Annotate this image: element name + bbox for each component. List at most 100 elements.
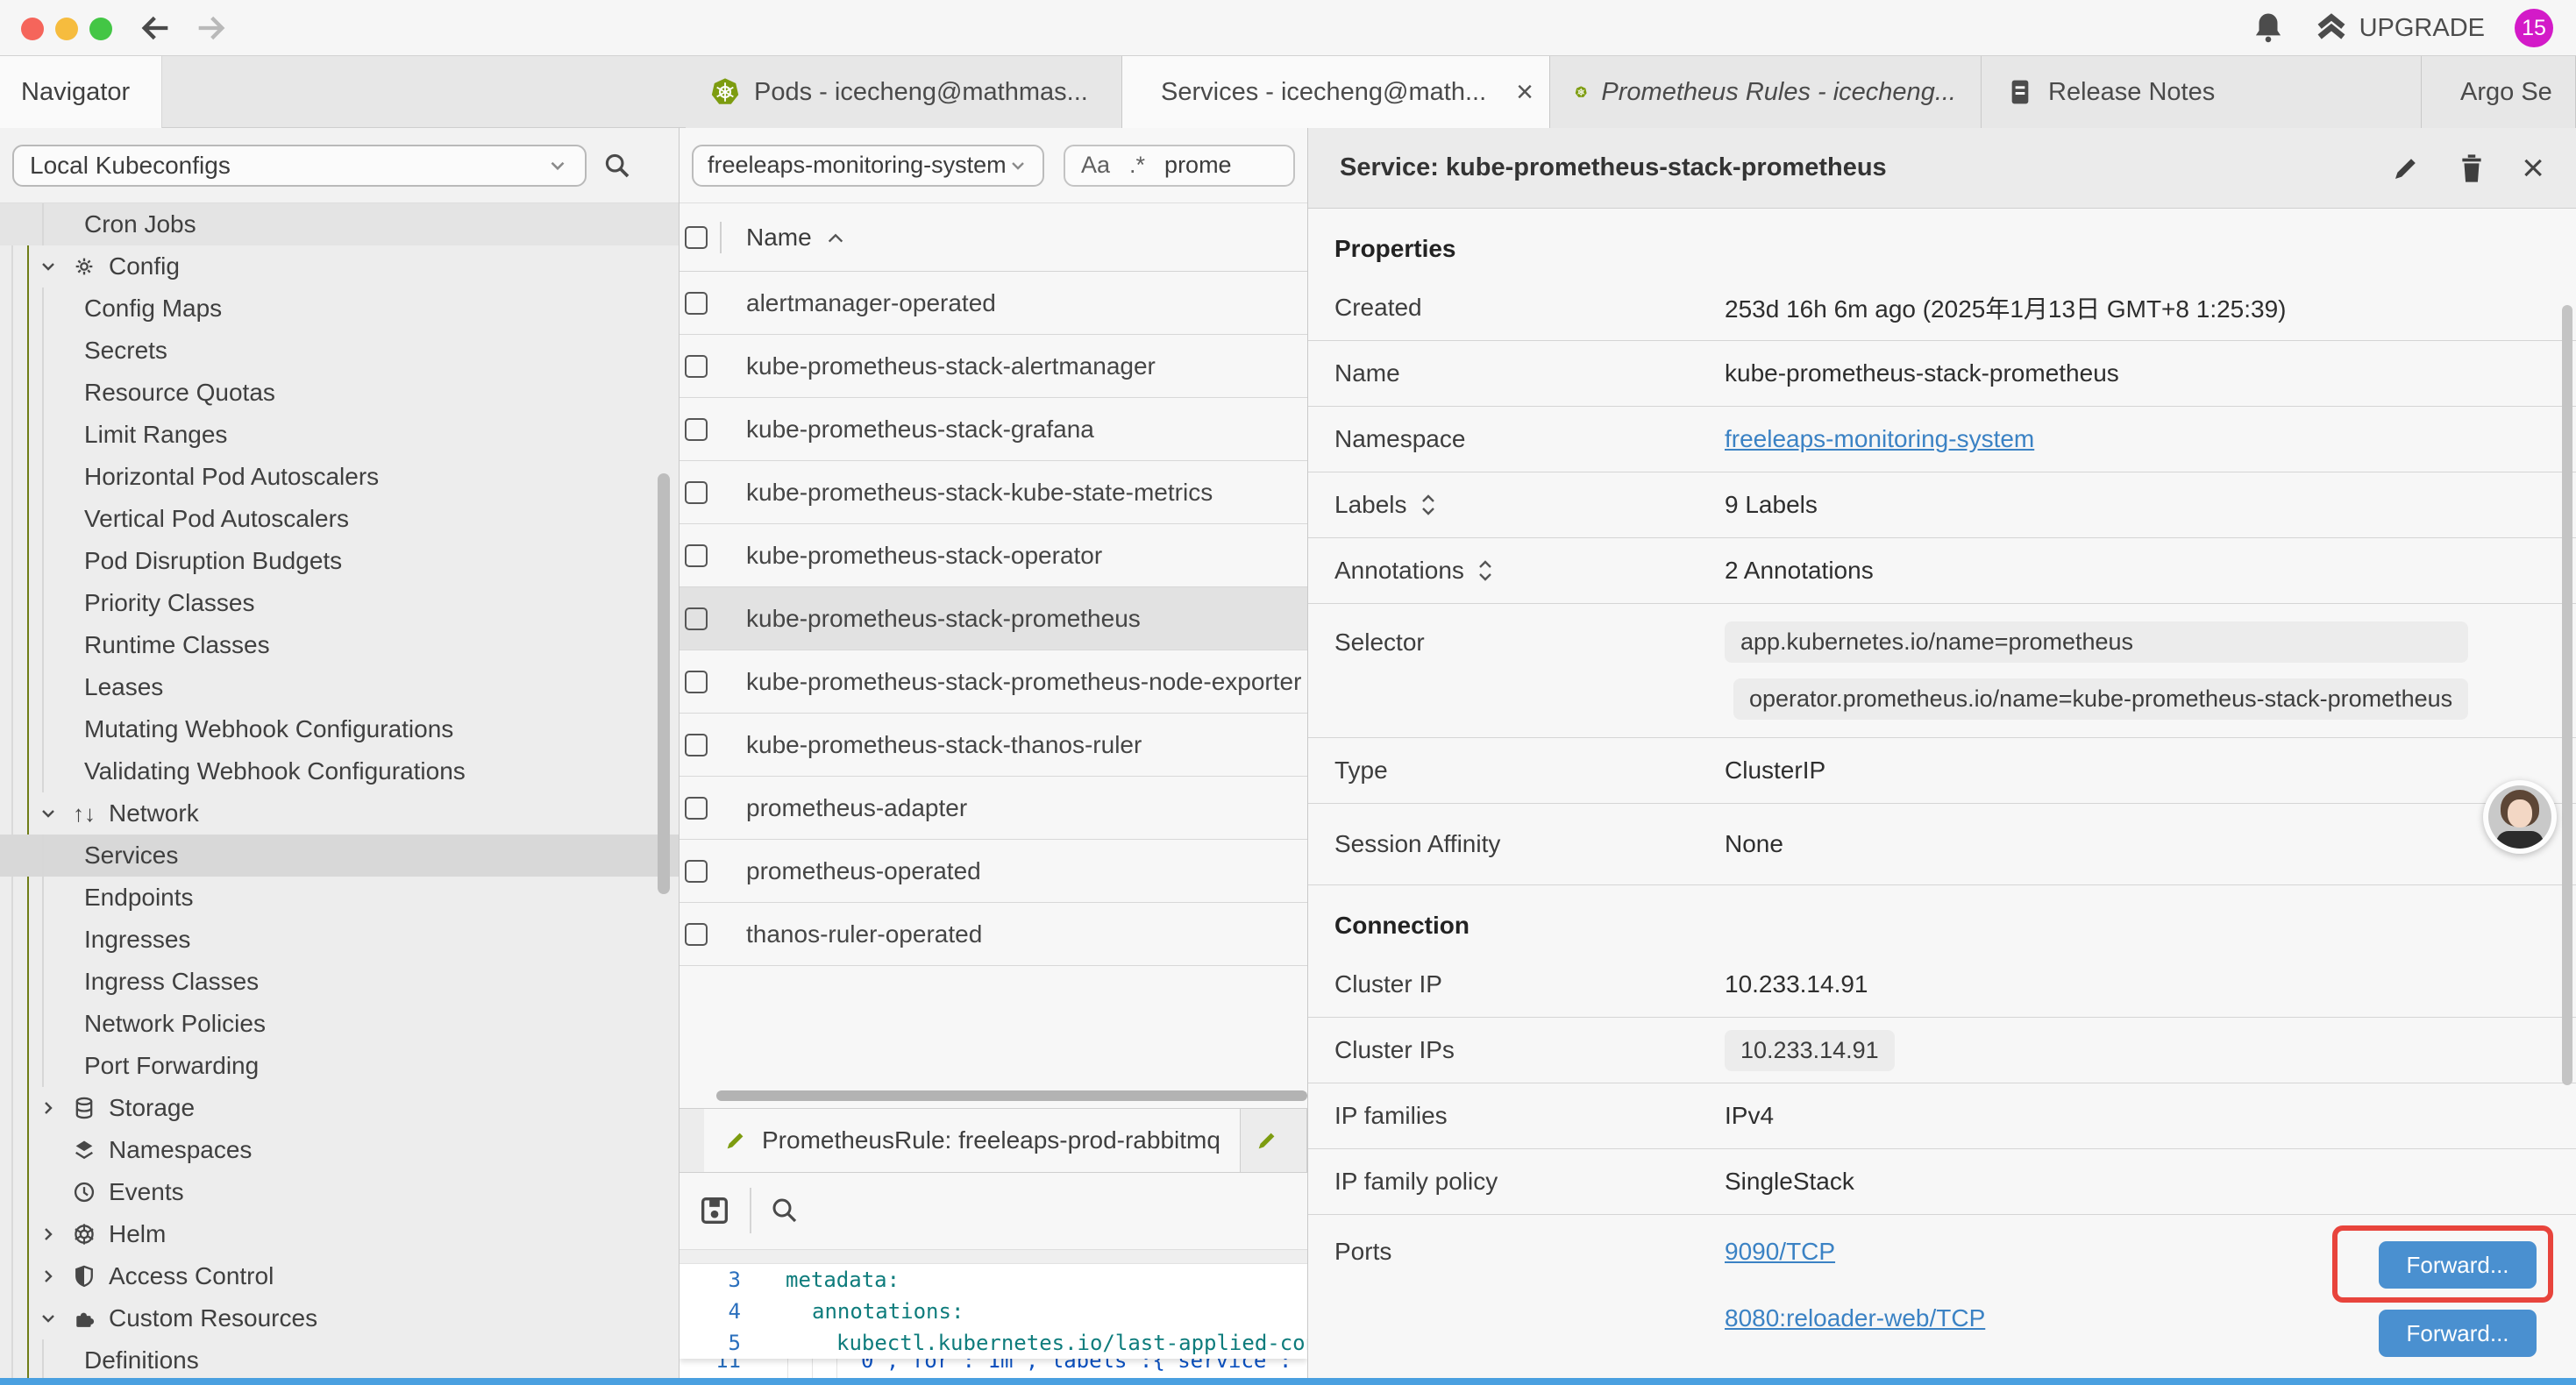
row-checkbox[interactable] xyxy=(685,481,708,504)
sidebar-item-config-maps[interactable]: Config Maps xyxy=(0,288,679,330)
sidebar-item-network-policies[interactable]: Network Policies xyxy=(0,1003,679,1045)
yaml-key: kubectl.kubernetes.io/last-applied-con xyxy=(741,1331,1307,1355)
sidebar-item-vertical-pod-autoscalers[interactable]: Vertical Pod Autoscalers xyxy=(0,498,679,540)
document-icon xyxy=(2006,77,2034,107)
sidebar-item-pod-disruption-budgets[interactable]: Pod Disruption Budgets xyxy=(0,540,679,582)
sidebar-item-horizontal-pod-autoscalers[interactable]: Horizontal Pod Autoscalers xyxy=(0,456,679,498)
sidebar-item-helm[interactable]: Helm xyxy=(0,1213,679,1255)
cluster-ip-chip[interactable]: 10.233.14.91 xyxy=(1725,1030,1895,1071)
navigator-panel-tab[interactable]: Navigator xyxy=(0,56,162,128)
sidebar-item-mutating-webhook-configurations[interactable]: Mutating Webhook Configurations xyxy=(0,708,679,750)
sidebar-item-validating-webhook-configurations[interactable]: Validating Webhook Configurations xyxy=(0,750,679,792)
editor-search-icon[interactable] xyxy=(769,1195,801,1226)
row-checkbox[interactable] xyxy=(685,418,708,441)
row-checkbox[interactable] xyxy=(685,797,708,820)
avatar[interactable] xyxy=(2483,780,2557,854)
tab-pods[interactable]: Pods - icecheng@mathmas... xyxy=(686,56,1122,128)
editor-tab-partial[interactable] xyxy=(1241,1109,1307,1172)
sidebar-item-secrets[interactable]: Secrets xyxy=(0,330,679,372)
window-accent-bar xyxy=(0,1378,2576,1385)
sidebar-item-ingresses[interactable]: Ingresses xyxy=(0,919,679,961)
table-row[interactable]: prometheus-operated xyxy=(680,840,1307,903)
edit-icon[interactable] xyxy=(2390,153,2422,184)
row-checkbox[interactable] xyxy=(685,544,708,567)
sidebar-item-config[interactable]: Config xyxy=(0,245,679,288)
row-checkbox[interactable] xyxy=(685,355,708,378)
tab-prometheus-rules[interactable]: Prometheus Rules - icecheng... xyxy=(1550,56,1982,128)
select-all-checkbox[interactable] xyxy=(685,226,708,249)
sidebar-item-custom-resources[interactable]: Custom Resources xyxy=(0,1297,679,1339)
sidebar-item-endpoints[interactable]: Endpoints xyxy=(0,877,679,919)
expand-collapse-icon[interactable] xyxy=(1420,492,1437,518)
sidebar-item-limit-ranges[interactable]: Limit Ranges xyxy=(0,414,679,456)
editor-tab-prometheusrule[interactable]: PrometheusRule: freeleaps-prod-rabbitmq xyxy=(704,1109,1241,1172)
table-row[interactable]: kube-prometheus-stack-kube-state-metrics xyxy=(680,461,1307,524)
sidebar-item-events[interactable]: Events xyxy=(0,1171,679,1213)
row-checkbox[interactable] xyxy=(685,671,708,693)
sidebar-item-ingress-classes[interactable]: Ingress Classes xyxy=(0,961,679,1003)
upgrade-button[interactable]: UPGRADE xyxy=(2314,11,2485,46)
app-window: UPGRADE 15 Navigator Pods - icecheng@mat… xyxy=(0,0,2576,1385)
sidebar-item-cron-jobs[interactable]: Cron Jobs xyxy=(0,203,679,245)
forward-arrow-icon[interactable] xyxy=(193,11,228,46)
match-case-toggle[interactable]: Aa xyxy=(1081,152,1110,179)
close-tab-icon[interactable]: × xyxy=(1516,77,1534,107)
database-icon xyxy=(70,1096,98,1120)
delete-icon[interactable] xyxy=(2457,152,2487,185)
table-row[interactable]: thanos-ruler-operated xyxy=(680,903,1307,966)
sidebar-item-storage[interactable]: Storage xyxy=(0,1087,679,1129)
zoom-window-button[interactable] xyxy=(89,18,112,40)
sidebar-item-priority-classes[interactable]: Priority Classes xyxy=(0,582,679,624)
forward-button-8080[interactable]: Forward... xyxy=(2379,1310,2537,1357)
list-search-input[interactable]: Aa .* prome xyxy=(1064,145,1295,187)
detail-scrollbar[interactable] xyxy=(2562,305,2572,1085)
minimize-window-button[interactable] xyxy=(55,18,78,40)
table-row[interactable]: kube-prometheus-stack-operator xyxy=(680,524,1307,587)
sidebar-item-access-control[interactable]: Access Control xyxy=(0,1255,679,1297)
table-row-selected[interactable]: kube-prometheus-stack-prometheus xyxy=(680,587,1307,650)
table-row[interactable]: kube-prometheus-stack-thanos-ruler xyxy=(680,714,1307,777)
bell-icon[interactable] xyxy=(2252,11,2284,46)
table-row[interactable]: kube-prometheus-stack-prometheus-node-ex… xyxy=(680,650,1307,714)
yaml-editor[interactable]: 3metadata: 4annotations: 5kubectl.kubern… xyxy=(680,1264,1307,1385)
selector-chip[interactable]: app.kubernetes.io/name=prometheus xyxy=(1725,621,2468,663)
horizontal-scrollbar[interactable] xyxy=(716,1090,1307,1101)
tab-release-notes[interactable]: Release Notes xyxy=(1982,56,2422,128)
sidebar-item-resource-quotas[interactable]: Resource Quotas xyxy=(0,372,679,414)
namespace-link[interactable]: freeleaps-monitoring-system xyxy=(1725,425,2034,453)
back-arrow-icon[interactable] xyxy=(139,11,174,46)
row-checkbox[interactable] xyxy=(685,292,708,315)
table-row[interactable]: kube-prometheus-stack-grafana xyxy=(680,398,1307,461)
row-checkbox[interactable] xyxy=(685,607,708,630)
table-row[interactable]: kube-prometheus-stack-alertmanager xyxy=(680,335,1307,398)
detail-header: Service: kube-prometheus-stack-prometheu… xyxy=(1308,128,2576,209)
sidebar-scrollbar[interactable] xyxy=(658,473,670,894)
expand-collapse-icon[interactable] xyxy=(1477,558,1494,584)
port-link-8080[interactable]: 8080:reloader-web/TCP xyxy=(1725,1304,1985,1332)
close-window-button[interactable] xyxy=(21,18,44,40)
sidebar-item-leases[interactable]: Leases xyxy=(0,666,679,708)
column-header-name[interactable]: Name xyxy=(746,224,845,252)
save-icon[interactable] xyxy=(697,1193,732,1228)
tab-argo[interactable]: Argo Se xyxy=(2422,56,2576,128)
sidebar-item-namespaces[interactable]: Namespaces xyxy=(0,1129,679,1171)
table-row[interactable]: alertmanager-operated xyxy=(680,272,1307,335)
sidebar-item-services[interactable]: Services xyxy=(0,835,679,877)
table-row[interactable]: prometheus-adapter xyxy=(680,777,1307,840)
row-checkbox[interactable] xyxy=(685,923,708,946)
sidebar-item-network[interactable]: ↑↓ Network xyxy=(0,792,679,835)
search-icon[interactable] xyxy=(602,151,632,181)
sidebar-item-definitions[interactable]: Definitions xyxy=(0,1339,679,1381)
regex-toggle[interactable]: .* xyxy=(1129,152,1145,179)
port-link-9090[interactable]: 9090/TCP xyxy=(1725,1238,1985,1266)
sidebar-item-runtime-classes[interactable]: Runtime Classes xyxy=(0,624,679,666)
notification-count-badge[interactable]: 15 xyxy=(2515,9,2553,47)
row-checkbox[interactable] xyxy=(685,860,708,883)
namespace-selector[interactable]: freeleaps-monitoring-system xyxy=(692,145,1044,187)
row-checkbox[interactable] xyxy=(685,734,708,756)
sidebar-item-port-forwarding[interactable]: Port Forwarding xyxy=(0,1045,679,1087)
selector-chip[interactable]: operator.prometheus.io/name=kube-prometh… xyxy=(1733,678,2468,720)
kubeconfig-selector[interactable]: Local Kubeconfigs xyxy=(12,145,587,187)
close-icon[interactable]: × xyxy=(2522,149,2544,188)
tab-services[interactable]: Services - icecheng@math... × xyxy=(1122,56,1550,128)
